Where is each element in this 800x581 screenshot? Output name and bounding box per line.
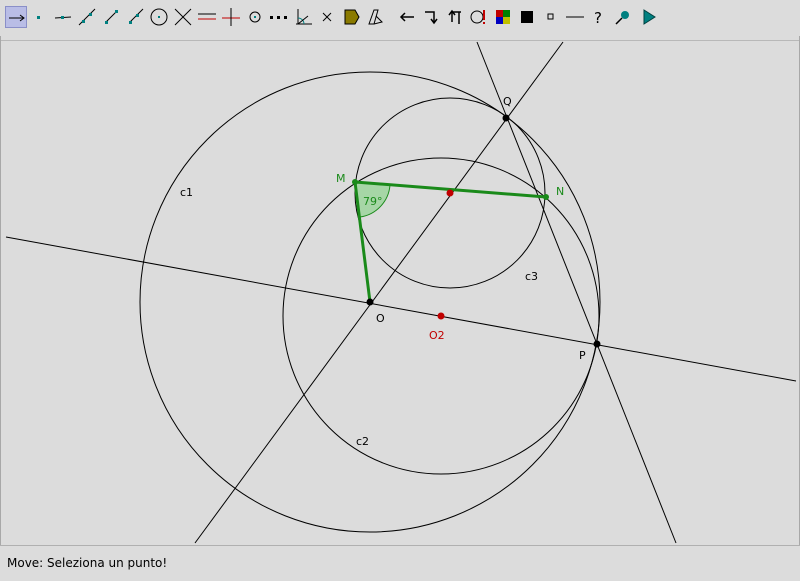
redo-up-icon[interactable] — [444, 6, 466, 28]
segment-icon[interactable] — [100, 6, 122, 28]
status-text: Move: Seleziona un punto! — [7, 556, 168, 570]
locus-icon[interactable] — [268, 6, 290, 28]
midpoint-icon[interactable] — [244, 6, 266, 28]
point-on-line-icon[interactable] — [52, 6, 74, 28]
polygon-icon[interactable] — [340, 6, 362, 28]
help-icon[interactable]: ? — [588, 6, 610, 28]
new-point-icon[interactable] — [28, 6, 50, 28]
label-m: M — [336, 172, 346, 185]
parallel-line-icon[interactable] — [196, 6, 218, 28]
fill-icon[interactable] — [516, 6, 538, 28]
status-bar: Move: Seleziona un punto! — [0, 545, 800, 581]
label-c2: c2 — [356, 435, 369, 448]
intersect-icon[interactable] — [172, 6, 194, 28]
delete-icon[interactable] — [316, 6, 338, 28]
play-icon[interactable] — [638, 6, 660, 28]
redo-down-icon[interactable] — [420, 6, 442, 28]
line-through-points-icon[interactable] — [76, 6, 98, 28]
point-o[interactable] — [366, 298, 374, 306]
point-q[interactable] — [502, 114, 510, 122]
construction-svg: c1 c2 c3 Q M N O O2 P 79° — [5, 41, 797, 544]
undo-icon[interactable] — [396, 6, 418, 28]
point-o2[interactable] — [437, 312, 445, 320]
point-c3-center[interactable] — [446, 189, 454, 197]
perpendicular-line-icon[interactable] — [220, 6, 242, 28]
point-p[interactable] — [593, 340, 601, 348]
label-c1: c1 — [180, 186, 193, 199]
circle-center-point-icon[interactable] — [148, 6, 170, 28]
small-point-icon[interactable] — [540, 6, 562, 28]
move-tool-icon[interactable] — [5, 6, 27, 28]
pick-icon[interactable] — [612, 6, 634, 28]
angle-icon[interactable] — [292, 6, 314, 28]
macro-icon[interactable] — [468, 6, 490, 28]
label-p: P — [579, 349, 586, 362]
text-icon[interactable] — [364, 6, 386, 28]
label-angle: 79° — [363, 195, 383, 208]
ray-icon[interactable] — [124, 6, 146, 28]
drawing-canvas[interactable]: c1 c2 c3 Q M N O O2 P 79° — [1, 40, 799, 544]
svg-text:?: ? — [594, 9, 602, 27]
label-o: O — [376, 312, 385, 325]
line-op[interactable] — [5, 236, 797, 382]
point-n[interactable] — [543, 194, 549, 200]
line-style-icon[interactable] — [564, 6, 586, 28]
label-q: Q — [503, 95, 512, 108]
label-c3: c3 — [525, 270, 538, 283]
label-o2: O2 — [429, 329, 445, 342]
point-m[interactable] — [352, 179, 358, 185]
toolbar: ? — [0, 0, 800, 36]
label-n: N — [556, 185, 564, 198]
color-palette-icon[interactable] — [492, 6, 514, 28]
